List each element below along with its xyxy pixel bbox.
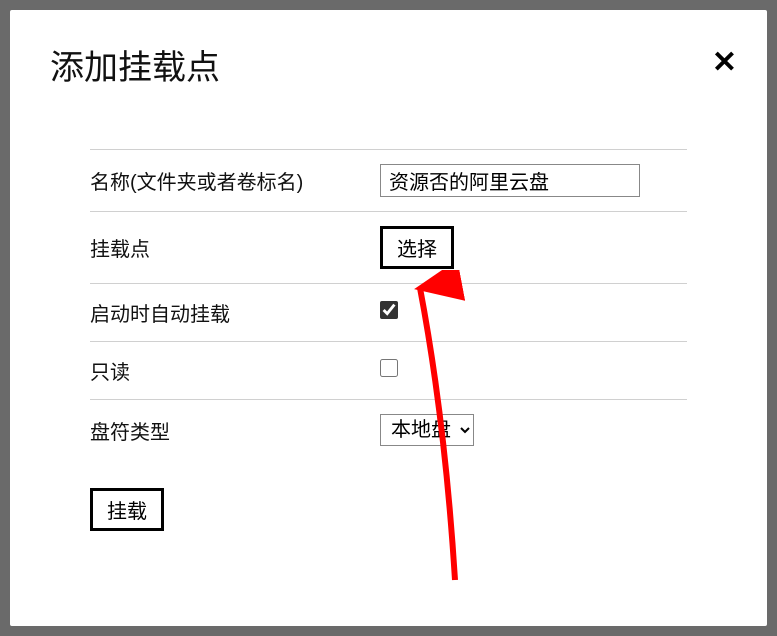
modal-title: 添加挂载点: [50, 40, 727, 89]
drive-type-select[interactable]: 本地盘: [380, 414, 474, 446]
add-mount-modal: 添加挂载点 ✕ 名称(文件夹或者卷标名) 挂载点 选择 启动时自动挂载 只读: [10, 10, 767, 626]
mount-point-label: 挂载点: [90, 233, 380, 262]
row-drive-type: 盘符类型 本地盘: [90, 399, 687, 460]
row-name: 名称(文件夹或者卷标名): [90, 149, 687, 211]
name-input[interactable]: [380, 164, 640, 197]
mount-button[interactable]: 挂载: [90, 488, 164, 531]
drive-type-label: 盘符类型: [90, 416, 380, 445]
auto-mount-checkbox[interactable]: [380, 301, 398, 319]
name-label: 名称(文件夹或者卷标名): [90, 166, 380, 195]
close-icon[interactable]: ✕: [712, 48, 737, 78]
read-only-checkbox[interactable]: [380, 359, 398, 377]
auto-mount-label: 启动时自动挂载: [90, 298, 380, 327]
mount-form: 名称(文件夹或者卷标名) 挂载点 选择 启动时自动挂载 只读 盘符类型: [50, 149, 727, 531]
submit-row: 挂载: [90, 488, 687, 531]
select-mount-button[interactable]: 选择: [380, 226, 454, 269]
read-only-label: 只读: [90, 356, 380, 385]
row-mount-point: 挂载点 选择: [90, 211, 687, 283]
row-read-only: 只读: [90, 341, 687, 399]
row-auto-mount: 启动时自动挂载: [90, 283, 687, 341]
